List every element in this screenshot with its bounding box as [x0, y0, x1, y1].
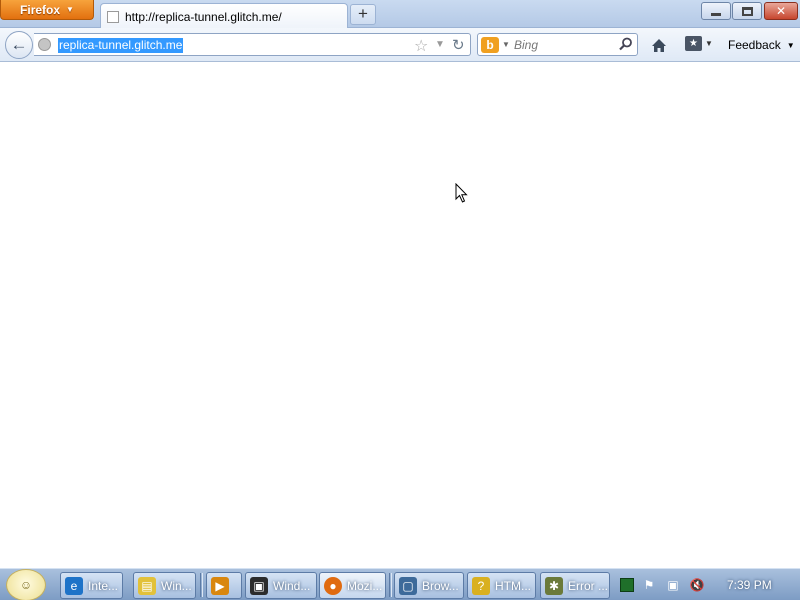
- taskbar-item-terminal[interactable]: ▣ Wind...: [245, 572, 317, 599]
- search-magnifier-icon[interactable]: [619, 37, 633, 54]
- browser-tab[interactable]: http://replica-tunnel.glitch.me/: [100, 3, 348, 29]
- url-input[interactable]: replica-tunnel.glitch.me: [58, 38, 184, 53]
- url-bar[interactable]: replica-tunnel.glitch.me ☆ ▼ ↻: [34, 33, 471, 56]
- minimize-icon: [711, 12, 721, 16]
- start-button[interactable]: ☺: [6, 569, 46, 600]
- reload-icon[interactable]: ↻: [452, 36, 465, 54]
- taskbar-item-label: Brow...: [422, 578, 459, 593]
- taskbar-item-firefox[interactable]: ● Mozi...: [319, 572, 386, 599]
- terminal-icon: ▣: [250, 576, 268, 595]
- feedback-label: Feedback: [728, 38, 781, 52]
- taskbar-item-browser[interactable]: ▢ Brow...: [394, 572, 464, 599]
- bookmarks-menu-button[interactable]: ★ ▼: [685, 36, 713, 51]
- taskbar-item-label: Mozi...: [347, 578, 383, 593]
- system-tray: ⚑ ▣ 🔇: [614, 569, 800, 600]
- url-history-dropdown-icon[interactable]: ▼: [435, 39, 445, 50]
- mouse-pointer-icon: [455, 183, 468, 203]
- clock[interactable]: 7:39 PM: [727, 578, 772, 592]
- chevron-down-icon: ▼: [705, 39, 713, 48]
- close-icon: ✕: [775, 4, 787, 18]
- taskbar-item-media-player[interactable]: ▶: [206, 572, 242, 599]
- firefox-menu-button[interactable]: Firefox ▼: [0, 0, 94, 20]
- taskbar-item-html-help[interactable]: ? HTM...: [467, 572, 536, 599]
- bing-icon[interactable]: b: [481, 37, 499, 53]
- tab-title: http://replica-tunnel.glitch.me/: [125, 9, 282, 24]
- close-window-button[interactable]: ✕: [764, 2, 798, 20]
- site-identity-icon[interactable]: [38, 38, 51, 51]
- home-button[interactable]: [648, 35, 670, 55]
- bookmarks-star-icon: ★: [685, 36, 702, 51]
- back-arrow-icon: ←: [10, 35, 28, 54]
- search-input[interactable]: Bing: [514, 38, 538, 52]
- search-bar[interactable]: b ▼ Bing: [477, 33, 638, 56]
- search-engine-dropdown-icon[interactable]: ▼: [502, 40, 510, 49]
- maximize-button[interactable]: [732, 2, 762, 20]
- navigation-toolbar: ← replica-tunnel.glitch.me ☆ ▼ ↻ b ▼ Bin…: [0, 28, 800, 62]
- minimize-button[interactable]: [701, 2, 731, 20]
- title-bar: Firefox ▼ http://replica-tunnel.glitch.m…: [0, 0, 800, 29]
- taskbar-item-label: Error ...: [568, 578, 609, 593]
- error-icon: ✱: [545, 576, 563, 595]
- feedback-button[interactable]: Feedback ▼: [728, 38, 795, 52]
- taskbar-item-error[interactable]: ✱ Error ...: [540, 572, 610, 599]
- firefox-icon: ●: [324, 576, 342, 595]
- chevron-down-icon: ▼: [786, 40, 795, 50]
- network-activity-icon[interactable]: [620, 578, 634, 592]
- chevron-down-icon: ▼: [66, 5, 74, 14]
- flag-icon[interactable]: ⚑: [642, 578, 656, 592]
- folder-icon: ▤: [138, 576, 156, 595]
- back-button[interactable]: ←: [5, 31, 33, 59]
- taskbar: ☺ e Inte... ▤ Win... ▶ ▣ Wind... ● Mozi.…: [0, 568, 800, 600]
- browser-window-icon: ▢: [399, 576, 417, 595]
- smiley-icon: ☺: [19, 578, 33, 592]
- maximize-icon: [741, 6, 753, 16]
- taskbar-item-label: Win...: [161, 578, 192, 593]
- new-tab-button[interactable]: +: [350, 4, 376, 25]
- taskbar-item-label: Wind...: [273, 578, 311, 593]
- taskbar-item-internet-explorer[interactable]: e Inte...: [60, 572, 123, 599]
- network-icon[interactable]: ▣: [666, 578, 680, 592]
- taskbar-separator: [389, 573, 392, 597]
- firefox-menu-label: Firefox: [20, 2, 61, 17]
- page-content[interactable]: [0, 63, 800, 568]
- taskbar-item-windows-folder[interactable]: ▤ Win...: [133, 572, 196, 599]
- volume-muted-icon[interactable]: 🔇: [690, 578, 705, 592]
- media-player-icon: ▶: [211, 576, 229, 595]
- taskbar-item-label: Inte...: [88, 578, 119, 593]
- taskbar-item-label: HTM...: [495, 578, 531, 593]
- bookmark-star-icon[interactable]: ☆: [414, 36, 428, 56]
- home-icon: [652, 38, 666, 52]
- help-icon: ?: [472, 576, 490, 595]
- page-favicon-icon: [107, 10, 119, 23]
- taskbar-separator: [200, 573, 203, 597]
- internet-explorer-icon: e: [65, 576, 83, 595]
